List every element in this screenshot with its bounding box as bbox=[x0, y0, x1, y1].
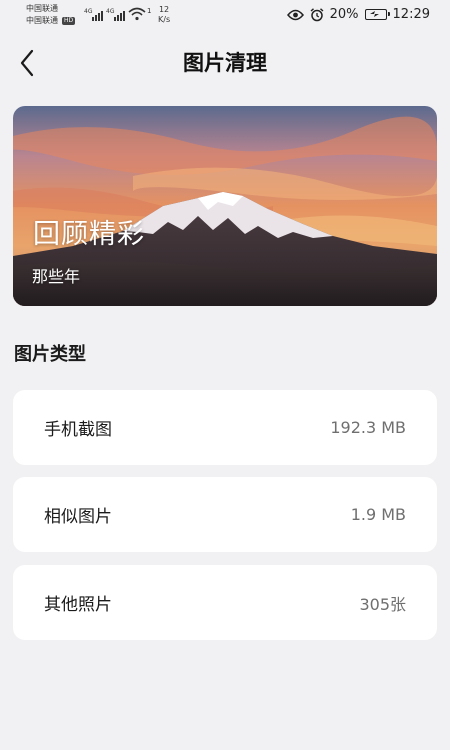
signal-icon: 4G bbox=[84, 8, 103, 21]
network-icons: 4G 4G 1 bbox=[84, 7, 151, 21]
wifi-badge: 1 bbox=[147, 7, 152, 15]
carrier-info: 中国联通 中国联通 HD bbox=[26, 3, 76, 27]
page-title: 图片清理 bbox=[183, 51, 267, 75]
carrier-1-label: 中国联通 bbox=[26, 4, 58, 13]
banner-title: 回顾精彩 bbox=[33, 219, 145, 250]
category-name: 手机截图 bbox=[44, 420, 112, 440]
category-value: 1.9 MB bbox=[350, 505, 406, 524]
signal-2-tag: 4G bbox=[106, 8, 115, 15]
carrier-2-label: 中国联通 bbox=[26, 16, 58, 25]
signal-1-tag: 4G bbox=[84, 8, 93, 15]
category-value: 305张 bbox=[359, 594, 406, 614]
category-name: 相似图片 bbox=[44, 507, 112, 527]
speed-unit: K/s bbox=[158, 15, 171, 24]
network-speed: 12 K/s bbox=[158, 5, 170, 25]
status-right: 20% 12:29 bbox=[286, 7, 430, 22]
status-bar: 中国联通 中国联通 HD 4G 4G 1 12 K/s 20% 12:29 bbox=[0, 0, 450, 32]
alarm-icon bbox=[310, 7, 324, 21]
hd-badge: HD bbox=[62, 17, 76, 25]
eye-icon bbox=[286, 9, 304, 20]
category-screenshots[interactable]: 手机截图 192.3 MB bbox=[13, 390, 437, 465]
category-similar-photos[interactable]: 相似图片 1.9 MB bbox=[13, 477, 437, 552]
banner-subtitle: 那些年 bbox=[32, 267, 81, 286]
signal-icon: 4G bbox=[106, 8, 125, 21]
memories-banner[interactable]: 回顾精彩 那些年 bbox=[13, 106, 437, 306]
category-value: 192.3 MB bbox=[330, 418, 406, 437]
wifi-icon bbox=[128, 7, 146, 21]
battery-charging-icon bbox=[364, 9, 390, 20]
speed-value: 12 bbox=[158, 5, 170, 14]
section-title: 图片类型 bbox=[14, 344, 86, 365]
category-name: 其他照片 bbox=[44, 595, 112, 615]
battery-percent: 20% bbox=[329, 7, 359, 22]
category-other-photos[interactable]: 其他照片 305张 bbox=[13, 565, 437, 640]
status-time: 12:29 bbox=[392, 7, 430, 22]
